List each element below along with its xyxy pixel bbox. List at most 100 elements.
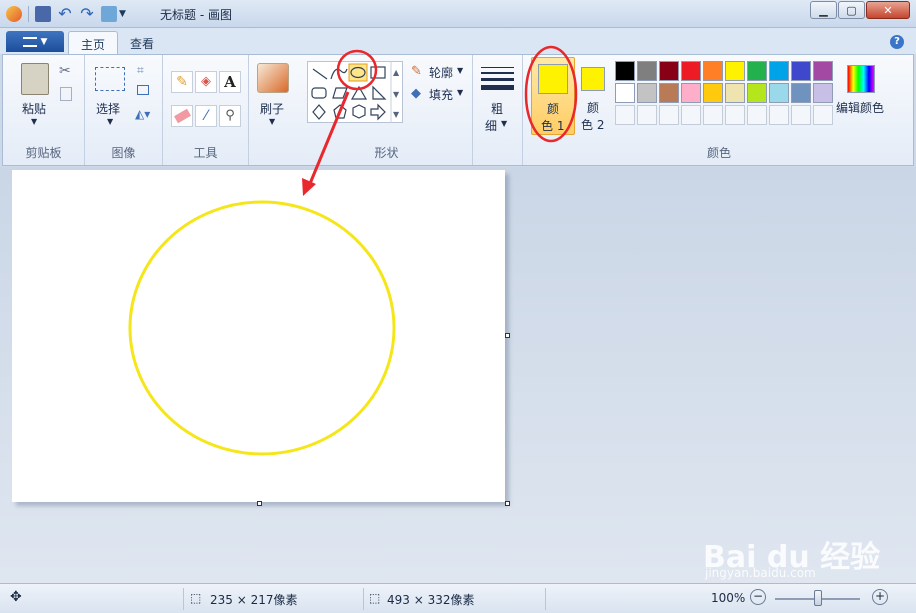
palette-swatch[interactable] bbox=[769, 61, 789, 81]
text-tool-icon[interactable]: A bbox=[219, 71, 241, 93]
shapes-gallery[interactable]: ▲ ▼ ▼ bbox=[307, 61, 403, 123]
palette-swatch[interactable] bbox=[703, 83, 723, 103]
palette-swatch[interactable] bbox=[747, 61, 767, 81]
outline-dropdown-icon[interactable]: ▼ bbox=[457, 66, 463, 75]
palette-swatch[interactable] bbox=[791, 83, 811, 103]
fill-icon: ◆ bbox=[411, 86, 421, 101]
resize-icon[interactable] bbox=[137, 85, 149, 95]
custom-color-slot[interactable] bbox=[725, 105, 745, 125]
paste-icon[interactable] bbox=[21, 63, 49, 95]
custom-color-slot[interactable] bbox=[791, 105, 811, 125]
clipboard-group-label: 剪贴板 bbox=[25, 146, 62, 160]
zoom-slider-thumb[interactable] bbox=[814, 590, 822, 606]
maximize-button[interactable]: ▢ bbox=[838, 1, 865, 19]
resize-handle-bottom[interactable] bbox=[257, 501, 262, 506]
pencil-icon[interactable]: ✎ bbox=[171, 71, 193, 93]
custom-color-slot[interactable] bbox=[747, 105, 767, 125]
palette-swatch[interactable] bbox=[637, 83, 657, 103]
eraser-icon[interactable] bbox=[171, 105, 193, 127]
fill-dropdown-icon[interactable]: ▼ bbox=[457, 88, 463, 97]
selection-size-icon: ⬚ bbox=[190, 591, 202, 605]
custom-color-slot[interactable] bbox=[703, 105, 723, 125]
custom-color-slot[interactable] bbox=[637, 105, 657, 125]
select-icon[interactable] bbox=[95, 67, 125, 91]
magnifier-icon[interactable]: ⚲ bbox=[219, 105, 241, 127]
undo-icon[interactable]: ↶ bbox=[57, 6, 73, 22]
zoom-out-button[interactable]: − bbox=[750, 589, 766, 605]
palette-swatch[interactable] bbox=[615, 83, 635, 103]
palette-swatch[interactable] bbox=[659, 83, 679, 103]
zoom-in-button[interactable]: + bbox=[872, 589, 888, 605]
color1-swatch bbox=[538, 64, 568, 94]
resize-handle-corner[interactable] bbox=[505, 501, 510, 506]
size-label-bottom[interactable]: 细 bbox=[485, 117, 497, 134]
custom-color-slot[interactable] bbox=[769, 105, 789, 125]
select-button[interactable]: 选择 bbox=[96, 100, 120, 117]
palette-swatch[interactable] bbox=[681, 61, 701, 81]
copy-icon[interactable] bbox=[60, 87, 72, 101]
palette-swatch[interactable] bbox=[747, 83, 767, 103]
ribbon-tabs: ▼ 主页 查看 ? bbox=[0, 28, 916, 54]
file-menu-button[interactable]: ▼ bbox=[6, 31, 64, 52]
color-picker-icon[interactable]: ⁄ bbox=[195, 105, 217, 127]
brush-icon[interactable] bbox=[257, 63, 289, 93]
outline-icon: ✎ bbox=[411, 64, 422, 79]
palette-swatch[interactable] bbox=[791, 61, 811, 81]
minimize-icon: ▁ bbox=[819, 3, 828, 17]
palette-swatch[interactable] bbox=[769, 83, 789, 103]
help-icon[interactable]: ? bbox=[890, 35, 904, 49]
brushes-dropdown-icon[interactable]: ▼ bbox=[269, 117, 275, 126]
ribbon-home: 粘贴 ▼ ✂ 剪贴板 选择 ▼ ⌗ ◭▾ 图像 ✎ ◈ A ⁄ ⚲ 工具 刷子 … bbox=[2, 54, 914, 166]
color2-label-top[interactable]: 颜 bbox=[587, 99, 599, 116]
fill-button[interactable]: 填充 bbox=[429, 86, 453, 103]
rotate-icon[interactable]: ◭▾ bbox=[135, 107, 150, 121]
quick-access-dropdown-icon[interactable] bbox=[101, 6, 117, 22]
paste-button[interactable]: 粘贴 bbox=[22, 100, 46, 117]
brushes-button[interactable]: 刷子 bbox=[260, 100, 284, 117]
oval-shape-selected bbox=[348, 63, 368, 82]
palette-swatch[interactable] bbox=[659, 61, 679, 81]
size-label-top[interactable]: 粗 bbox=[491, 100, 503, 117]
canvas-size: 493 × 332像素 bbox=[387, 593, 475, 607]
tools-group-label: 工具 bbox=[193, 146, 218, 160]
edit-colors-icon[interactable] bbox=[847, 65, 875, 93]
resize-handle-right[interactable] bbox=[505, 333, 510, 338]
palette-swatch[interactable] bbox=[615, 61, 635, 81]
select-dropdown-icon[interactable]: ▼ bbox=[107, 117, 113, 126]
palette-swatch[interactable] bbox=[725, 83, 745, 103]
palette-swatch[interactable] bbox=[725, 61, 745, 81]
minimize-button[interactable]: ▁ bbox=[810, 1, 837, 19]
palette-swatch[interactable] bbox=[813, 61, 833, 81]
crop-icon[interactable]: ⌗ bbox=[137, 63, 144, 78]
color2-label-bottom[interactable]: 色 2 bbox=[581, 116, 604, 133]
close-button[interactable]: ✕ bbox=[866, 1, 910, 19]
drawn-circle bbox=[128, 200, 396, 456]
size-dropdown-icon[interactable]: ▼ bbox=[501, 119, 507, 128]
color2-swatch[interactable] bbox=[581, 67, 605, 91]
maximize-icon: ▢ bbox=[846, 3, 857, 17]
paste-dropdown-icon[interactable]: ▼ bbox=[31, 117, 37, 126]
custom-color-slot[interactable] bbox=[615, 105, 635, 125]
color1-button[interactable]: 颜 色 1 bbox=[531, 57, 575, 135]
customize-toolbar-icon[interactable]: ▼ bbox=[119, 9, 126, 19]
cut-icon[interactable]: ✂ bbox=[59, 63, 71, 79]
outline-button[interactable]: 轮廓 bbox=[429, 64, 453, 81]
tab-view[interactable]: 查看 bbox=[118, 31, 166, 54]
save-icon[interactable] bbox=[35, 6, 51, 22]
palette-swatch[interactable] bbox=[637, 61, 657, 81]
custom-color-slot[interactable] bbox=[813, 105, 833, 125]
redo-icon[interactable]: ↷ bbox=[79, 6, 95, 22]
fill-bucket-icon[interactable]: ◈ bbox=[195, 71, 217, 93]
edit-colors-button[interactable]: 编辑颜色 bbox=[836, 99, 884, 116]
palette-swatch[interactable] bbox=[813, 83, 833, 103]
canvas-size-icon: ⬚ bbox=[369, 591, 381, 605]
shapes-group: ▲ ▼ ▼ ✎ 轮廓 ▼ ◆ 填充 ▼ 形状 bbox=[301, 55, 473, 165]
palette-swatch[interactable] bbox=[703, 61, 723, 81]
custom-color-slot[interactable] bbox=[681, 105, 701, 125]
line-width-icon[interactable] bbox=[481, 67, 514, 90]
chevron-down-icon: ▼ bbox=[40, 36, 48, 47]
custom-color-slot[interactable] bbox=[659, 105, 679, 125]
tab-home[interactable]: 主页 bbox=[68, 31, 119, 54]
palette-swatch[interactable] bbox=[681, 83, 701, 103]
drawing-canvas[interactable] bbox=[12, 170, 505, 502]
